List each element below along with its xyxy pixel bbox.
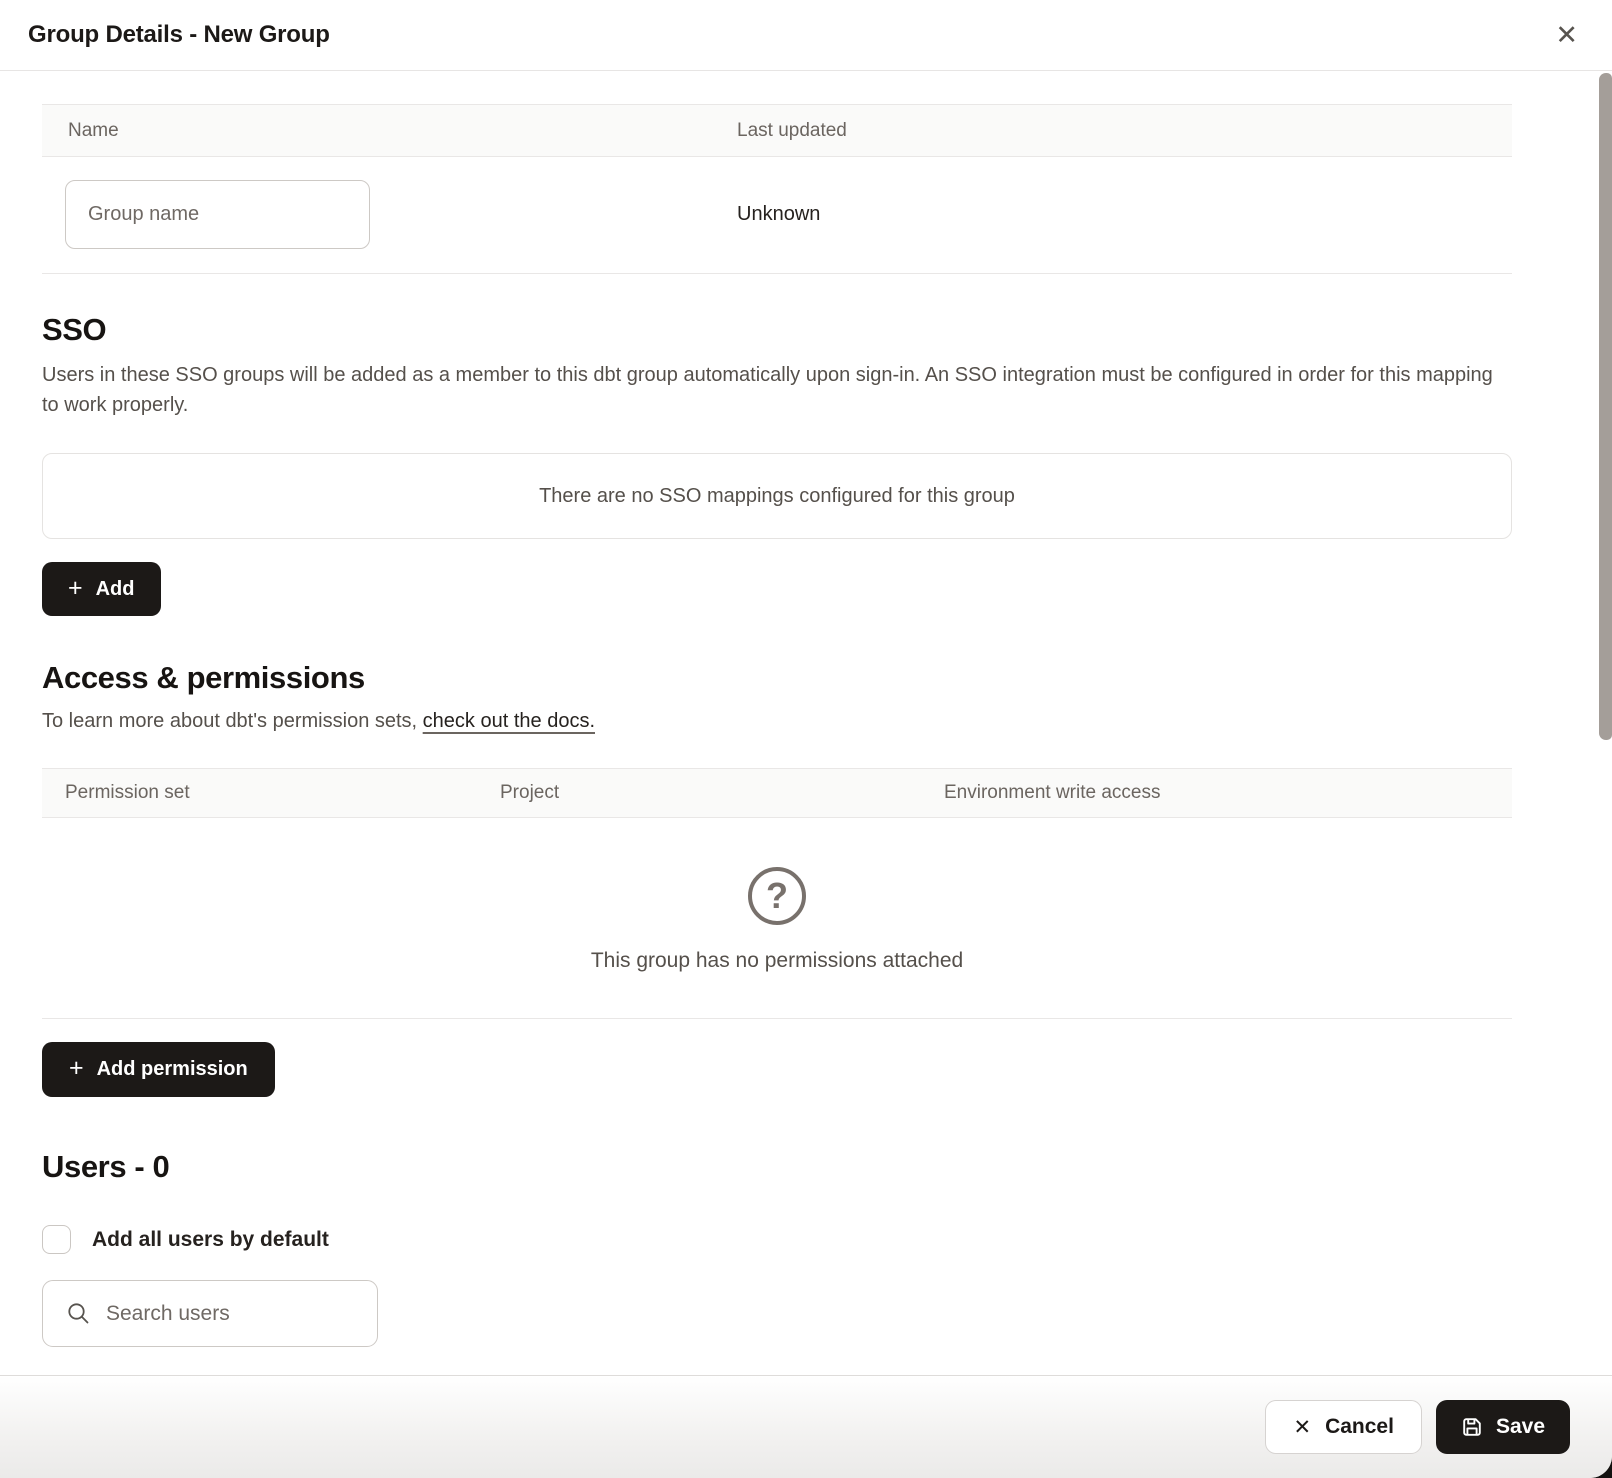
save-icon [1461,1416,1483,1438]
column-header-permission-set: Permission set [65,782,500,804]
column-header-last-updated: Last updated [737,120,1512,142]
scrollbar-thumb[interactable] [1599,73,1612,740]
table-row: Unknown [42,157,1512,274]
permissions-description-text: To learn more about dbt's permission set… [42,710,423,732]
sso-empty-state: There are no SSO mappings configured for… [42,453,1512,539]
column-header-environment-write-access: Environment write access [944,782,1512,804]
permissions-heading: Access & permissions [42,660,1512,696]
add-all-users-row: Add all users by default [42,1225,1512,1254]
x-icon: ✕ [1293,1417,1311,1438]
cancel-button[interactable]: ✕ Cancel [1265,1400,1421,1454]
plus-icon: + [69,1056,84,1081]
last-updated-value: Unknown [737,203,1512,226]
modal-header: Group Details - New Group ✕ [0,0,1612,71]
permissions-table-header: Permission set Project Environment write… [42,768,1512,818]
close-icon[interactable]: ✕ [1553,20,1580,51]
add-sso-mapping-label: Add [96,578,135,601]
plus-icon: + [68,576,83,601]
save-label: Save [1496,1415,1545,1439]
permissions-empty-message: This group has no permissions attached [42,949,1512,973]
add-all-users-checkbox[interactable] [42,1225,71,1254]
permissions-description: To learn more about dbt's permission set… [42,710,1512,733]
page-title: Group Details - New Group [28,21,330,49]
cancel-label: Cancel [1325,1415,1394,1439]
name-table-header: Name Last updated [42,104,1512,157]
search-users-box [42,1280,378,1347]
group-name-input[interactable] [65,180,370,249]
add-sso-mapping-button[interactable]: + Add [42,562,161,616]
modal-footer: ✕ Cancel Save [0,1375,1612,1478]
save-button[interactable]: Save [1436,1400,1570,1454]
sso-heading: SSO [42,312,1512,348]
sso-empty-message: There are no SSO mappings configured for… [539,485,1015,508]
search-users-input[interactable] [106,1302,361,1326]
sso-description: Users in these SSO groups will be added … [42,360,1508,420]
add-permission-button[interactable]: + Add permission [42,1042,275,1097]
add-all-users-label: Add all users by default [92,1228,329,1252]
add-permission-label: Add permission [97,1058,248,1081]
modal-body: Name Last updated Unknown SSO Users in t… [0,72,1612,1374]
question-mark-circle-icon: ? [748,867,806,925]
group-details-modal: Group Details - New Group ✕ Name Last up… [0,0,1612,1478]
column-header-name: Name [68,120,737,142]
column-header-project: Project [500,782,944,804]
docs-link[interactable]: check out the docs. [423,710,595,732]
permissions-empty-state: ? This group has no permissions attached [42,818,1512,1019]
search-icon [66,1301,91,1326]
users-heading: Users - 0 [42,1149,1512,1185]
